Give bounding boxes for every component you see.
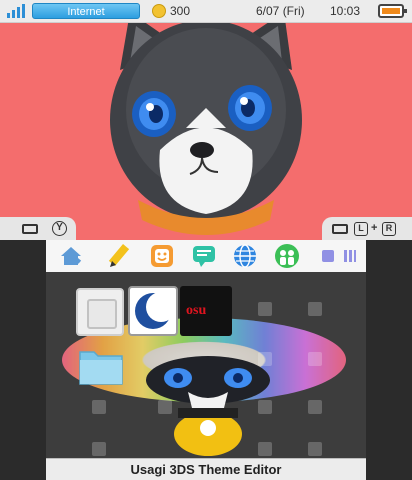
internet-browser-globe-icon[interactable] <box>232 243 258 269</box>
robot-cat-wallpaper-image <box>146 356 270 456</box>
notifications-speech-icon[interactable] <box>191 243 217 269</box>
moon-app-tile[interactable] <box>128 286 178 336</box>
miiverse-face-icon[interactable] <box>149 243 175 269</box>
zoom-in-grid-icon[interactable] <box>344 250 356 262</box>
bottom-screen: osu Usagi 3DS Theme Editor <box>0 240 412 480</box>
home-settings-icon[interactable] <box>58 243 84 269</box>
left-border <box>0 240 46 480</box>
camera-shortcut-right[interactable]: L + R <box>322 217 412 240</box>
date-display: 6/07 (Fri) <box>256 4 305 18</box>
camera-icon <box>332 224 348 234</box>
empty-software-tile[interactable] <box>76 288 124 336</box>
status-bar: Internet 300 6/07 (Fri) 10:03 <box>0 0 412 23</box>
friend-list-icon[interactable] <box>274 243 300 269</box>
right-border <box>366 240 412 480</box>
clock-display: 10:03 <box>330 4 361 18</box>
internet-status: Internet <box>32 3 140 19</box>
l-button-icon: L <box>354 222 368 236</box>
crescent-moon-icon <box>135 292 176 329</box>
home-grid-area[interactable]: osu <box>46 272 366 458</box>
osu-label: osu <box>186 303 207 318</box>
play-coin-icon <box>152 4 166 18</box>
home-toolbar <box>46 240 366 272</box>
blank-cartridge-icon <box>87 299 117 329</box>
play-coin-count: 300 <box>170 4 191 18</box>
camera-shortcut-left[interactable]: Y <box>0 217 76 240</box>
battery-icon <box>378 4 407 18</box>
osu-app-tile[interactable]: osu <box>180 286 232 336</box>
plus-sign: + <box>371 222 378 234</box>
y-button-icon: Y <box>52 221 67 236</box>
notes-pencil-icon[interactable] <box>106 243 132 269</box>
signal-bars-icon <box>7 4 25 18</box>
theme-editor-footer: Usagi 3DS Theme Editor <box>46 458 366 480</box>
top-screen: Internet 300 6/07 (Fri) 10:03 Y L + R <box>0 0 412 240</box>
folder-icon[interactable] <box>78 344 124 386</box>
r-button-icon: R <box>382 222 396 236</box>
zoom-out-square-icon[interactable] <box>322 250 334 262</box>
camera-icon <box>22 224 38 234</box>
cat-wallpaper-image <box>110 12 302 235</box>
